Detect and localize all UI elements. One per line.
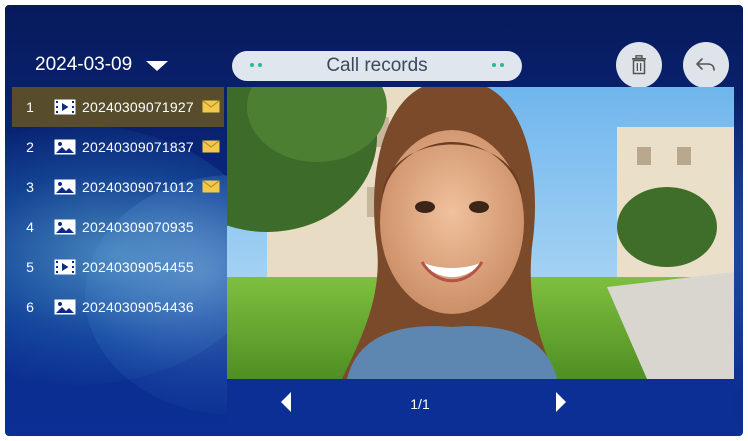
record-row[interactable]: 5 20240309054455 bbox=[12, 247, 224, 287]
record-row[interactable]: 4 20240309070935 bbox=[12, 207, 224, 247]
record-index: 3 bbox=[26, 179, 34, 195]
video-icon bbox=[54, 99, 78, 116]
back-button[interactable] bbox=[683, 42, 729, 88]
page-title: Call records bbox=[326, 55, 428, 76]
image-icon bbox=[54, 139, 78, 156]
record-list: 1 20240309071927 2 20240309071837 3 202403090… bbox=[12, 87, 224, 327]
unread-mail-icon bbox=[202, 100, 220, 113]
record-row[interactable]: 3 20240309071012 bbox=[12, 167, 224, 207]
pagination-bar bbox=[227, 379, 734, 429]
record-row[interactable]: 2 20240309071837 bbox=[12, 127, 224, 167]
record-index: 2 bbox=[26, 139, 34, 155]
back-arrow-icon bbox=[696, 58, 715, 71]
date-dropdown[interactable]: 2024-03-09 bbox=[35, 52, 169, 78]
record-name: 20240309054455 bbox=[82, 259, 194, 275]
dots-decoration bbox=[250, 63, 262, 67]
trash-icon bbox=[632, 55, 646, 75]
unread-mail-icon bbox=[202, 180, 220, 193]
next-page-button[interactable] bbox=[556, 392, 566, 412]
record-name: 20240309054436 bbox=[82, 299, 194, 315]
video-icon bbox=[54, 259, 78, 276]
preview-photo bbox=[227, 87, 734, 379]
chevron-down-icon bbox=[146, 61, 169, 71]
record-row[interactable]: 6 20240309054436 bbox=[12, 287, 224, 327]
image-icon bbox=[54, 299, 78, 316]
record-index: 1 bbox=[26, 99, 34, 115]
dots-decoration bbox=[492, 63, 504, 67]
delete-button[interactable] bbox=[616, 42, 662, 88]
record-name: 20240309071012 bbox=[82, 179, 194, 195]
record-name: 20240309071837 bbox=[82, 139, 194, 155]
record-index: 5 bbox=[26, 259, 34, 275]
unread-mail-icon bbox=[202, 140, 220, 153]
record-index: 4 bbox=[26, 219, 34, 235]
record-name: 20240309071927 bbox=[82, 99, 194, 115]
image-icon bbox=[54, 219, 78, 236]
date-value: 2024-03-09 bbox=[35, 54, 133, 75]
page-title-pill: Call records bbox=[232, 51, 522, 81]
previous-page-button[interactable] bbox=[281, 392, 291, 412]
record-row[interactable]: 1 20240309071927 bbox=[12, 87, 224, 127]
record-name: 20240309070935 bbox=[82, 219, 194, 235]
image-icon bbox=[54, 179, 78, 196]
page-indicator: 1/1 bbox=[410, 396, 430, 412]
record-preview bbox=[227, 87, 734, 379]
record-index: 6 bbox=[26, 299, 34, 315]
